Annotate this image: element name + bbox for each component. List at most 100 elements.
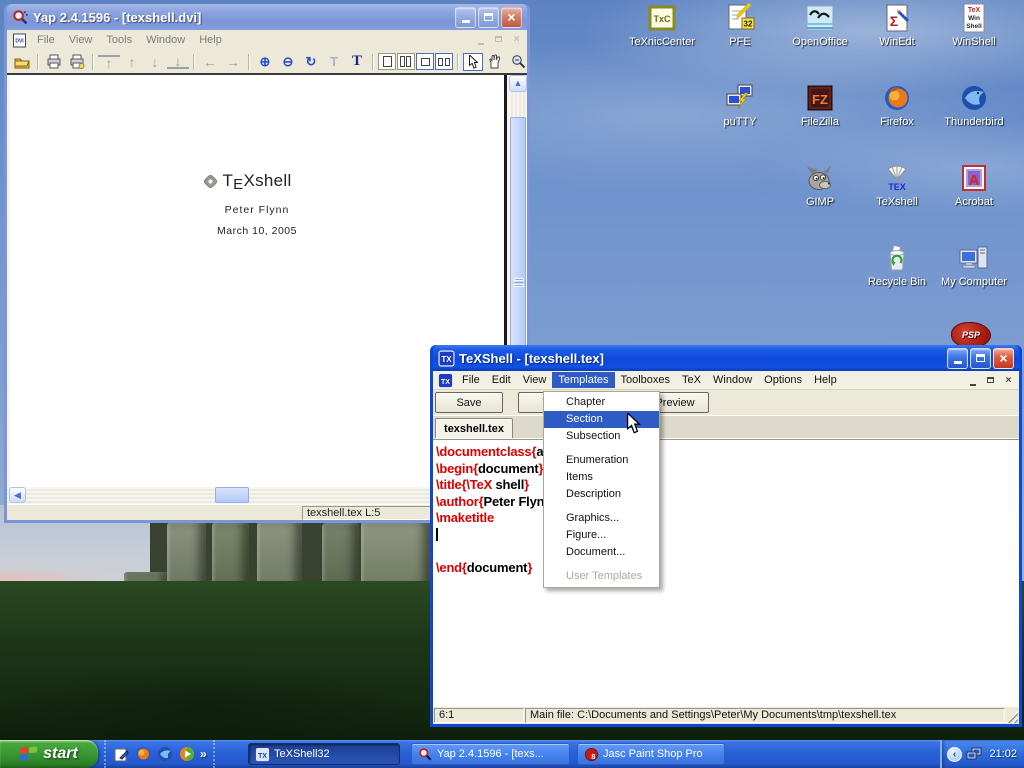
- previous-page-icon[interactable]: ↑: [121, 52, 143, 72]
- forward-icon[interactable]: →: [222, 52, 244, 72]
- svg-text:TxC: TxC: [653, 14, 671, 24]
- svg-text:8: 8: [591, 752, 595, 761]
- menu-item-chapter[interactable]: Chapter: [544, 394, 659, 411]
- magnifier-tool-icon[interactable]: [507, 52, 529, 72]
- desktop-icon-texshell[interactable]: TEX TeXshell: [859, 162, 935, 208]
- desktop-icon-pfe[interactable]: 32 PFE: [702, 2, 778, 48]
- yap-menu-tools[interactable]: Tools: [99, 32, 139, 48]
- tab-texshell-tex[interactable]: texshell.tex: [435, 418, 513, 438]
- refresh-icon[interactable]: ↻: [300, 52, 322, 72]
- desktop-icon-my-computer[interactable]: My Computer: [936, 242, 1012, 288]
- menu-item-enumeration[interactable]: Enumeration: [544, 452, 659, 469]
- texshell-mdi-restore-button[interactable]: [983, 373, 998, 387]
- text-outline-mode-icon[interactable]: T: [323, 52, 345, 72]
- desktop-icon-recycle-bin[interactable]: Recycle Bin: [859, 242, 935, 288]
- texshell-titlebar[interactable]: TX TeXShell - [texshell.tex] ×: [433, 345, 1019, 371]
- desktop-icon-filezilla[interactable]: FZ FileZilla: [782, 82, 858, 128]
- scroll-up-arrow[interactable]: ▲: [509, 75, 527, 92]
- continuous-view-icon[interactable]: [416, 53, 434, 70]
- texshell-mdi-minimize-button[interactable]: [965, 373, 980, 387]
- texshell-editor[interactable]: \documentclass{article}\begin{document}\…: [433, 439, 1019, 707]
- menu-toolboxes[interactable]: Toolboxes: [615, 372, 677, 388]
- menu-item-document[interactable]: Document...: [544, 544, 659, 561]
- yap-menu-file[interactable]: File: [30, 32, 62, 48]
- task-button-label: Jasc Paint Shop Pro: [603, 748, 703, 760]
- yap-mdi-close-button[interactable]: ×: [509, 32, 524, 46]
- texshell-icon: TEX: [881, 162, 913, 194]
- desktop-icon-openoffice[interactable]: OpenOffice: [782, 2, 858, 48]
- first-page-icon[interactable]: ↑: [98, 55, 120, 69]
- next-page-icon[interactable]: ↓: [144, 52, 166, 72]
- continuous-facing-view-icon[interactable]: [435, 53, 453, 70]
- desktop-icon-acrobat[interactable]: A Acrobat: [936, 162, 1012, 208]
- zoom-in-icon[interactable]: ⊕: [254, 52, 276, 72]
- menu-file[interactable]: File: [456, 372, 486, 388]
- yap-mdi-minimize-button[interactable]: [473, 32, 488, 46]
- taskbar-button-yap[interactable]: Yap 2.4.1596 - [texs...: [411, 743, 570, 765]
- show-desktop-icon[interactable]: [112, 745, 130, 763]
- desktop-icon-label: Recycle Bin: [859, 276, 935, 288]
- menu-window[interactable]: Window: [707, 372, 758, 388]
- yap-menu-help[interactable]: Help: [192, 32, 229, 48]
- menu-options[interactable]: Options: [758, 372, 808, 388]
- texshell-close-button[interactable]: ×: [993, 348, 1014, 369]
- save-button[interactable]: Save: [435, 392, 503, 413]
- desktop-icon-thunderbird[interactable]: Thunderbird: [936, 82, 1012, 128]
- yap-mdi-restore-button[interactable]: [491, 32, 506, 46]
- facing-page-view-icon[interactable]: [397, 53, 415, 70]
- zoom-out-icon[interactable]: ⊖: [277, 52, 299, 72]
- menu-item-figure[interactable]: Figure...: [544, 527, 659, 544]
- start-button[interactable]: start: [0, 740, 98, 768]
- last-page-icon[interactable]: ↓: [167, 55, 189, 69]
- network-tray-icon[interactable]: [966, 746, 982, 762]
- menu-view[interactable]: View: [517, 372, 553, 388]
- yap-maximize-button[interactable]: [478, 7, 499, 28]
- mouse-cursor-icon: [626, 413, 641, 434]
- print-icon[interactable]: [43, 52, 65, 72]
- yap-menu-view[interactable]: View: [62, 32, 100, 48]
- main-file-path: Main file: C:\Documents and Settings\Pet…: [525, 708, 1005, 723]
- yap-close-button[interactable]: ×: [501, 7, 522, 28]
- texshell-minimize-button[interactable]: [947, 348, 968, 369]
- open-file-icon[interactable]: [11, 52, 33, 72]
- print-range-icon[interactable]: [66, 52, 88, 72]
- quick-launch-firefox-icon[interactable]: [134, 745, 152, 763]
- taskbar-button-texshell32[interactable]: TX TeXShell32: [248, 743, 400, 765]
- dvi-content: TEXshell Peter Flynn March 10, 2005: [10, 171, 504, 237]
- system-tray: ‹ 21:02: [940, 740, 1024, 768]
- menu-edit[interactable]: Edit: [486, 372, 517, 388]
- text-render-mode-icon[interactable]: T: [346, 52, 368, 72]
- yap-minimize-button[interactable]: [455, 7, 476, 28]
- scroll-left-arrow[interactable]: ◀: [9, 487, 26, 503]
- texshell-mdi-close-button[interactable]: ×: [1001, 373, 1016, 387]
- menu-templates[interactable]: Templates: [552, 372, 614, 388]
- menu-tex[interactable]: TeX: [676, 372, 707, 388]
- desktop-icon-texniccenter[interactable]: TxC TeXnicCenter: [624, 2, 700, 48]
- menu-item-subsection[interactable]: Subsection: [544, 428, 659, 445]
- desktop-icon-winedt[interactable]: Σ WinEdt: [859, 2, 935, 48]
- menu-item-items[interactable]: Items: [544, 469, 659, 486]
- desktop-icon-firefox[interactable]: Firefox: [859, 82, 935, 128]
- menu-help[interactable]: Help: [808, 372, 843, 388]
- desktop-icon-putty[interactable]: puTTY: [702, 82, 778, 128]
- tray-collapse-chevron[interactable]: ‹: [947, 747, 962, 762]
- quick-launch-overflow-chevron[interactable]: »: [200, 747, 207, 761]
- desktop-icon-winshell[interactable]: TeXWinShell WinShell: [936, 2, 1012, 48]
- menu-item-graphics[interactable]: Graphics...: [544, 510, 659, 527]
- yap-menu-window[interactable]: Window: [139, 32, 192, 48]
- single-page-view-icon[interactable]: [378, 53, 396, 70]
- yap-titlebar[interactable]: Yap 2.4.1596 - [texshell.dvi] ×: [7, 4, 527, 30]
- texshell-maximize-button[interactable]: [970, 348, 991, 369]
- desktop-icon-label: Acrobat: [936, 196, 1012, 208]
- quick-launch-thunderbird-icon[interactable]: [156, 745, 174, 763]
- desktop-icon-gimp[interactable]: GIMP: [782, 162, 858, 208]
- menu-item-section[interactable]: Section: [544, 411, 659, 428]
- select-tool-icon[interactable]: [463, 53, 483, 71]
- taskbar-button-paintshop[interactable]: 8 Jasc Paint Shop Pro: [577, 743, 725, 765]
- yap-hscroll-thumb[interactable]: [215, 487, 249, 503]
- media-player-icon[interactable]: [178, 745, 196, 763]
- menu-item-description[interactable]: Description: [544, 486, 659, 503]
- back-icon[interactable]: ←: [199, 52, 221, 72]
- hand-tool-icon[interactable]: [484, 52, 506, 72]
- resize-grip[interactable]: [1006, 711, 1018, 723]
